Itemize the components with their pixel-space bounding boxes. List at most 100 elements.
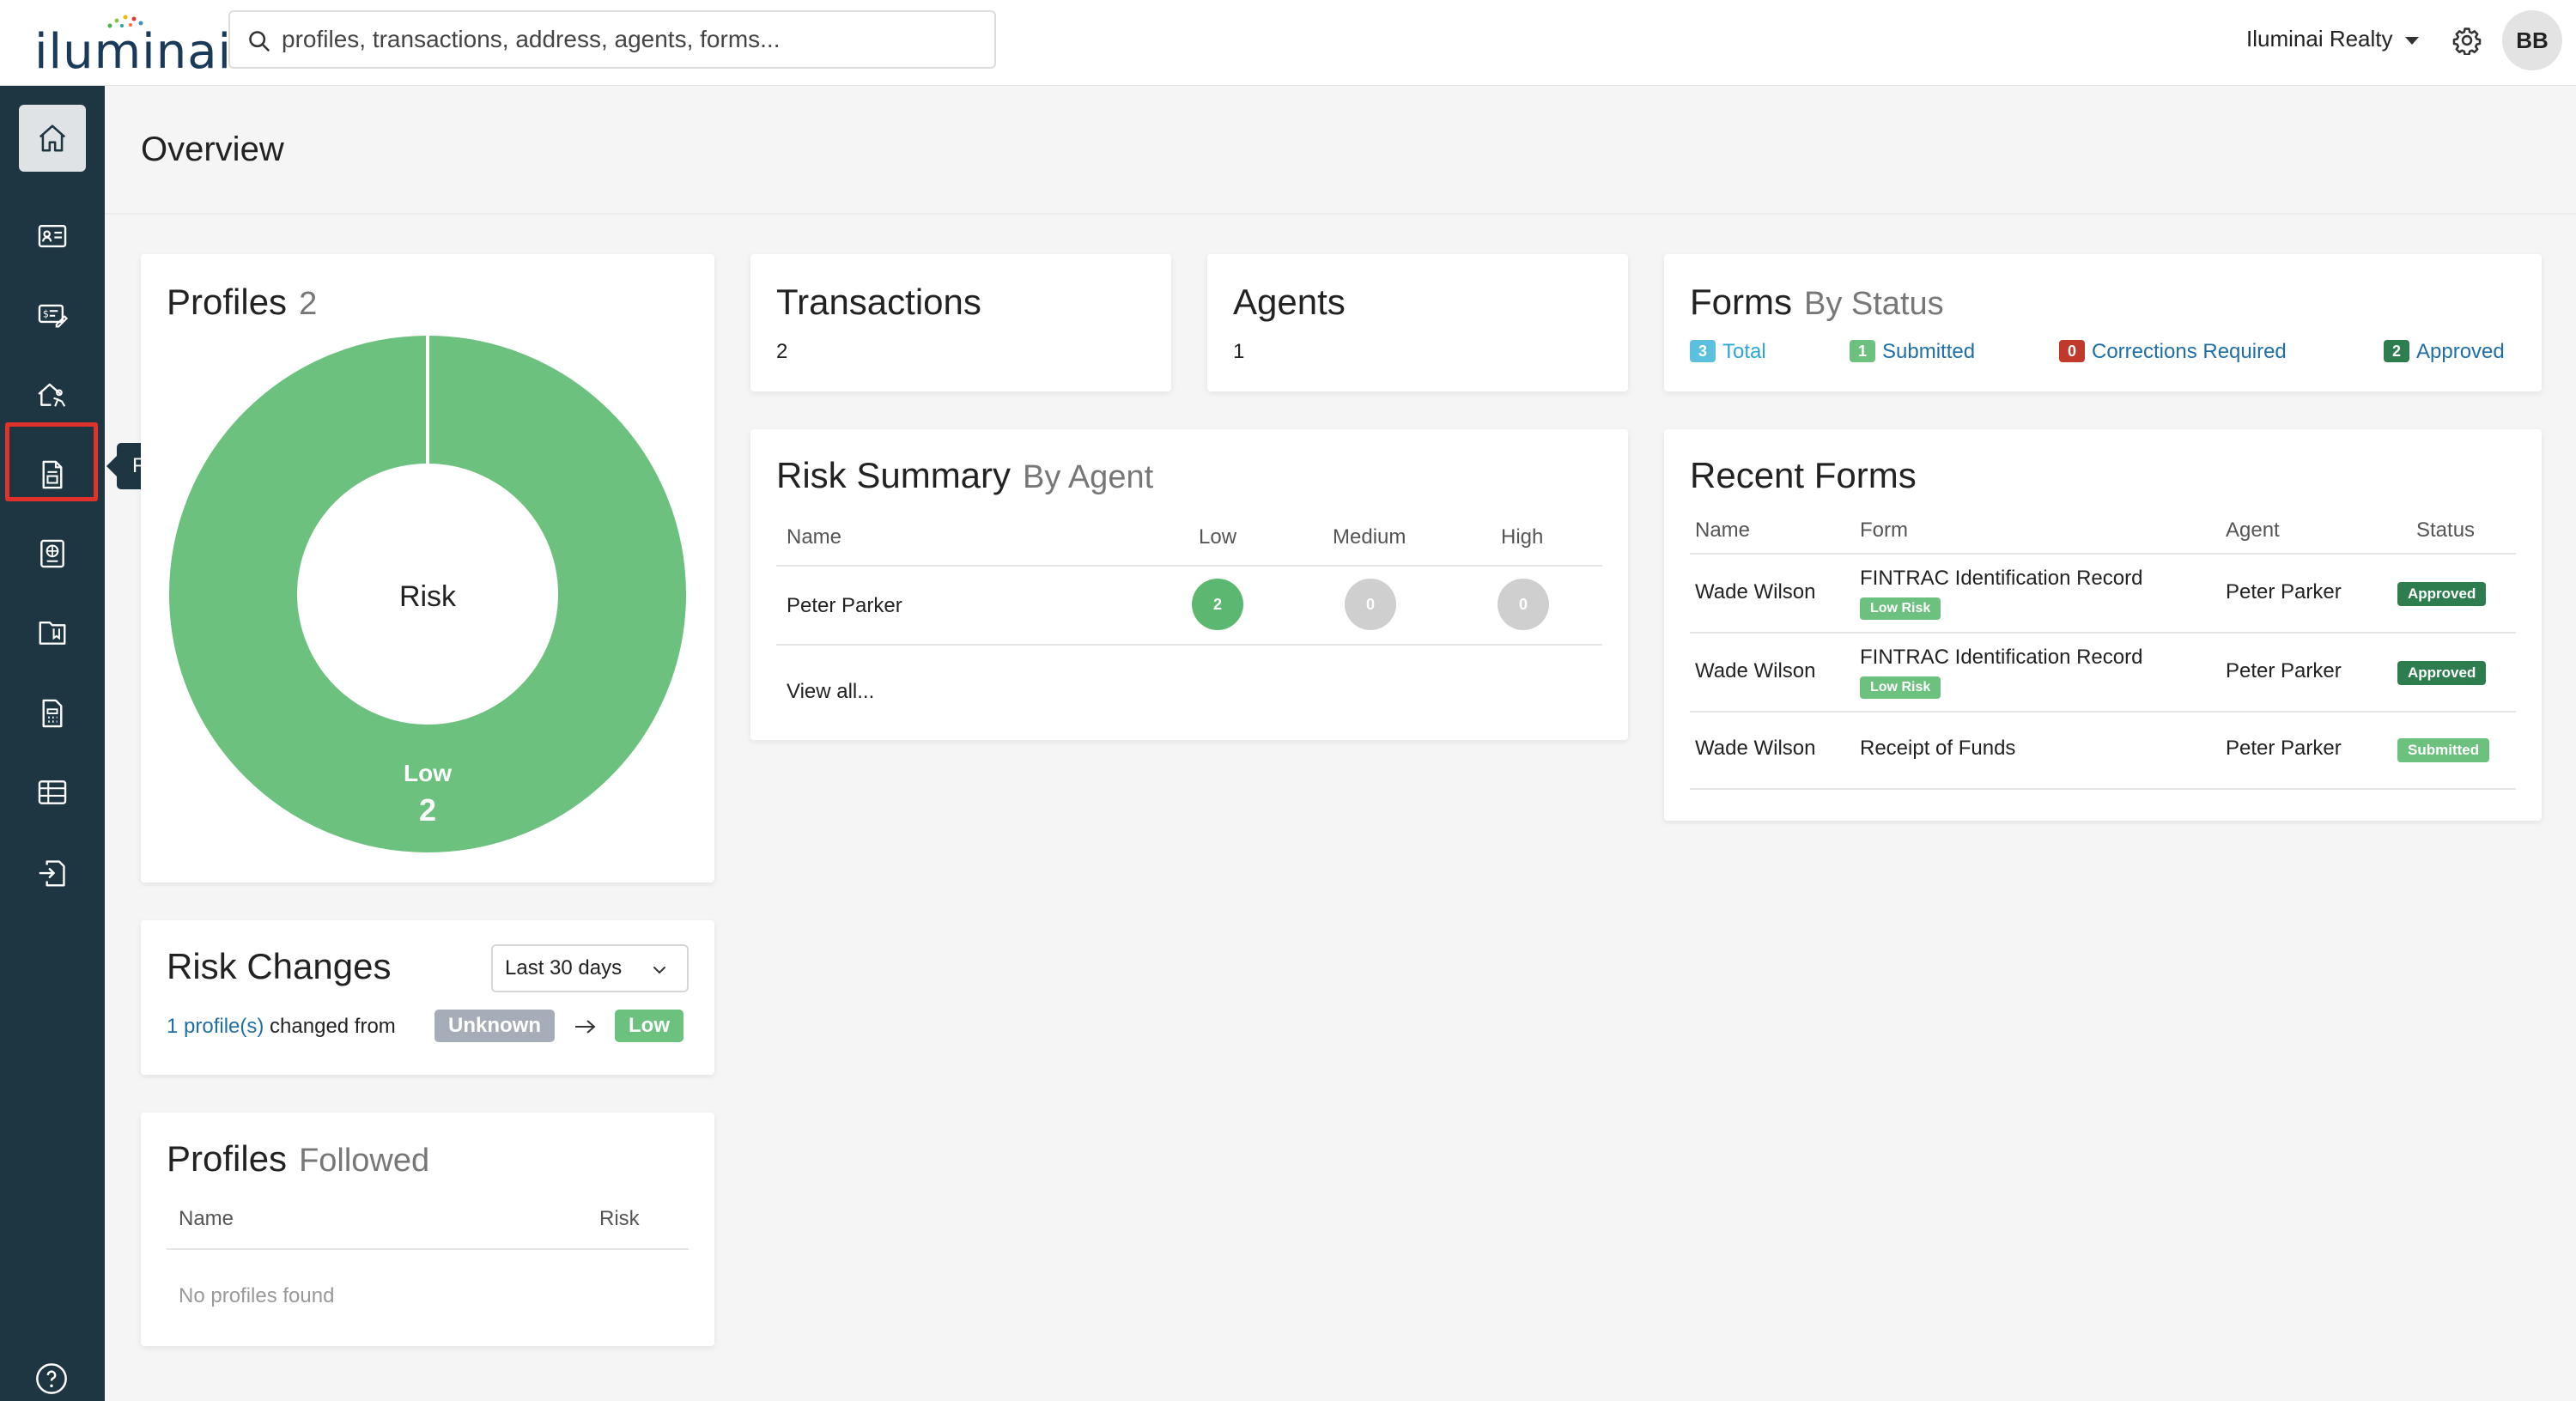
reports-icon (40, 539, 64, 568)
agents-value: 1 (1233, 340, 1245, 363)
profiles-followed-subtitle: Followed (299, 1143, 430, 1179)
profiles-count: 2 (299, 286, 318, 322)
caret-down-icon (2404, 36, 2419, 45)
form-row-name-link[interactable]: Wade Wilson (1695, 659, 1815, 683)
transactions-icon: $ (38, 304, 69, 328)
sidebar-item-import[interactable] (19, 840, 86, 907)
profiles-changed-link[interactable]: 1 profile(s) (167, 1015, 264, 1038)
view-all-link[interactable]: View all... (787, 680, 874, 704)
empty-state-text: No profiles found (179, 1284, 335, 1307)
agents-icon (38, 383, 66, 407)
form-row-name-link[interactable]: Wade Wilson (1695, 737, 1815, 761)
col-header-name: Name (1695, 519, 1751, 542)
chevron-down-icon (653, 967, 665, 974)
global-search[interactable] (228, 10, 996, 69)
risk-low-count[interactable]: 2 (1192, 579, 1243, 630)
agent-name-link[interactable]: Peter Parker (787, 594, 902, 618)
low-risk-badge: Low Risk (1860, 597, 1941, 620)
risk-medium-count[interactable]: 0 (1345, 579, 1396, 630)
col-header-status: Status (2416, 519, 2476, 542)
risk-donut-chart[interactable]: Risk Low 2 (168, 335, 687, 853)
recent-forms-card: Recent Forms Name Form Agent Status Wade… (1664, 429, 2542, 821)
profiles-followed-card: Profiles Followed Name Risk No profiles f… (141, 1113, 714, 1346)
sidebar-item-transactions[interactable]: $ (19, 282, 86, 349)
col-header-name: Name (787, 525, 842, 549)
user-avatar[interactable]: BB (2502, 10, 2562, 70)
forms-status-subtitle: By Status (1804, 286, 1944, 322)
col-header-name: Name (179, 1207, 234, 1230)
forms-stat-submitted[interactable]: 1 Submitted (1850, 340, 1975, 364)
donut-center-label: Risk (399, 580, 457, 613)
transactions-value: 2 (776, 340, 788, 363)
forms-status-card: Forms By Status 3 Total 1 Submitted 0 Correc… (1664, 254, 2542, 391)
library-icon (39, 621, 66, 645)
low-risk-badge: Low Risk (1860, 676, 1941, 699)
forms-corrections-label: Corrections Required (2092, 340, 2287, 363)
divider (167, 1248, 689, 1250)
forms-total-badge: 3 (1690, 340, 1716, 362)
agents-card[interactable]: Agents 1 (1207, 254, 1628, 391)
donut-segment-value: 2 (419, 792, 436, 828)
sidebar-item-reports[interactable] (19, 520, 86, 587)
sidebar-item-table[interactable] (19, 759, 86, 826)
date-range-dropdown[interactable]: Last 30 days (491, 944, 689, 992)
col-header-risk: Risk (599, 1207, 640, 1230)
profiles-followed-title: Profiles Followed (167, 1138, 429, 1180)
recent-forms-title: Recent Forms (1690, 455, 1917, 495)
profiles-icon (38, 224, 67, 248)
logo-text: iluminai (34, 24, 233, 80)
risk-changes-card: Risk Changes Last 30 days 1 profile(s) c… (141, 920, 714, 1075)
form-row-form-name: Receipt of Funds (1860, 737, 2016, 760)
forms-stat-approved[interactable]: 2 Approved (2384, 340, 2505, 364)
form-row-agent: Peter Parker (2226, 737, 2342, 760)
risk-from-badge: Unknown (434, 1010, 555, 1042)
risk-high-count[interactable]: 0 (1498, 579, 1549, 630)
forms-total-label: Total (1722, 340, 1766, 363)
forms-submitted-label: Submitted (1882, 340, 1976, 363)
sidebar-item-home[interactable] (19, 105, 86, 172)
form-row-agent: Peter Parker (2226, 659, 2342, 682)
col-header-agent: Agent (2226, 519, 2280, 542)
changed-from-text: changed from (270, 1015, 396, 1038)
sidebar-item-agents[interactable] (19, 361, 86, 428)
page-title: Overview (141, 130, 284, 168)
forms-stat-corrections[interactable]: 0 Corrections Required (2059, 340, 2287, 364)
forms-status-title: Forms By Status (1690, 282, 1944, 323)
risk-summary-card: Risk Summary By Agent Name Low Medium Hig… (750, 429, 1628, 740)
forms-approved-label: Approved (2416, 340, 2505, 363)
col-header-high: High (1501, 525, 1544, 549)
form-row-form-name: FINTRAC Identification Record (1860, 567, 2143, 590)
table-icon (38, 780, 67, 804)
arrow-right-icon (575, 1020, 596, 1034)
form-row-name-link[interactable]: Wade Wilson (1695, 580, 1815, 604)
profiles-card: Profiles 2 Risk Low 2 (141, 254, 714, 882)
forms-submitted-badge: 1 (1850, 340, 1875, 362)
status-badge-approved: Approved (2397, 661, 2487, 685)
org-switcher[interactable]: Iluminai Realty (2246, 26, 2419, 52)
sidebar-item-profiles[interactable] (19, 203, 86, 270)
transactions-card[interactable]: Transactions 2 (750, 254, 1171, 391)
divider (1690, 553, 2516, 555)
sidebar-item-calculator[interactable] (19, 680, 86, 747)
gear-icon[interactable] (2452, 26, 2482, 55)
iluminai-logo[interactable]: iluminai (34, 12, 231, 80)
import-icon (39, 860, 65, 887)
form-row-form-name: FINTRAC Identification Record (1860, 646, 2143, 669)
forms-stat-total[interactable]: 3 Total (1690, 340, 1766, 364)
agents-title: Agents (1233, 282, 1346, 322)
risk-summary-title: Risk Summary By Agent (776, 455, 1153, 496)
search-icon (249, 31, 270, 52)
sidebar-item-library[interactable] (19, 599, 86, 666)
forms-corrections-badge: 0 (2059, 340, 2085, 362)
risk-change-summary: 1 profile(s) changed from (167, 1015, 396, 1039)
forms-approved-badge: 2 (2384, 340, 2409, 362)
forms-highlight-box (5, 422, 98, 501)
calculator-icon (42, 699, 63, 728)
search-input[interactable] (282, 19, 969, 60)
profiles-title: Profiles 2 (167, 282, 317, 323)
risk-summary-subtitle: By Agent (1023, 459, 1154, 495)
help-icon[interactable] (34, 1362, 69, 1396)
divider (776, 644, 1602, 646)
forms-status-title-text: Forms (1690, 282, 1792, 322)
col-header-medium: Medium (1333, 525, 1406, 549)
